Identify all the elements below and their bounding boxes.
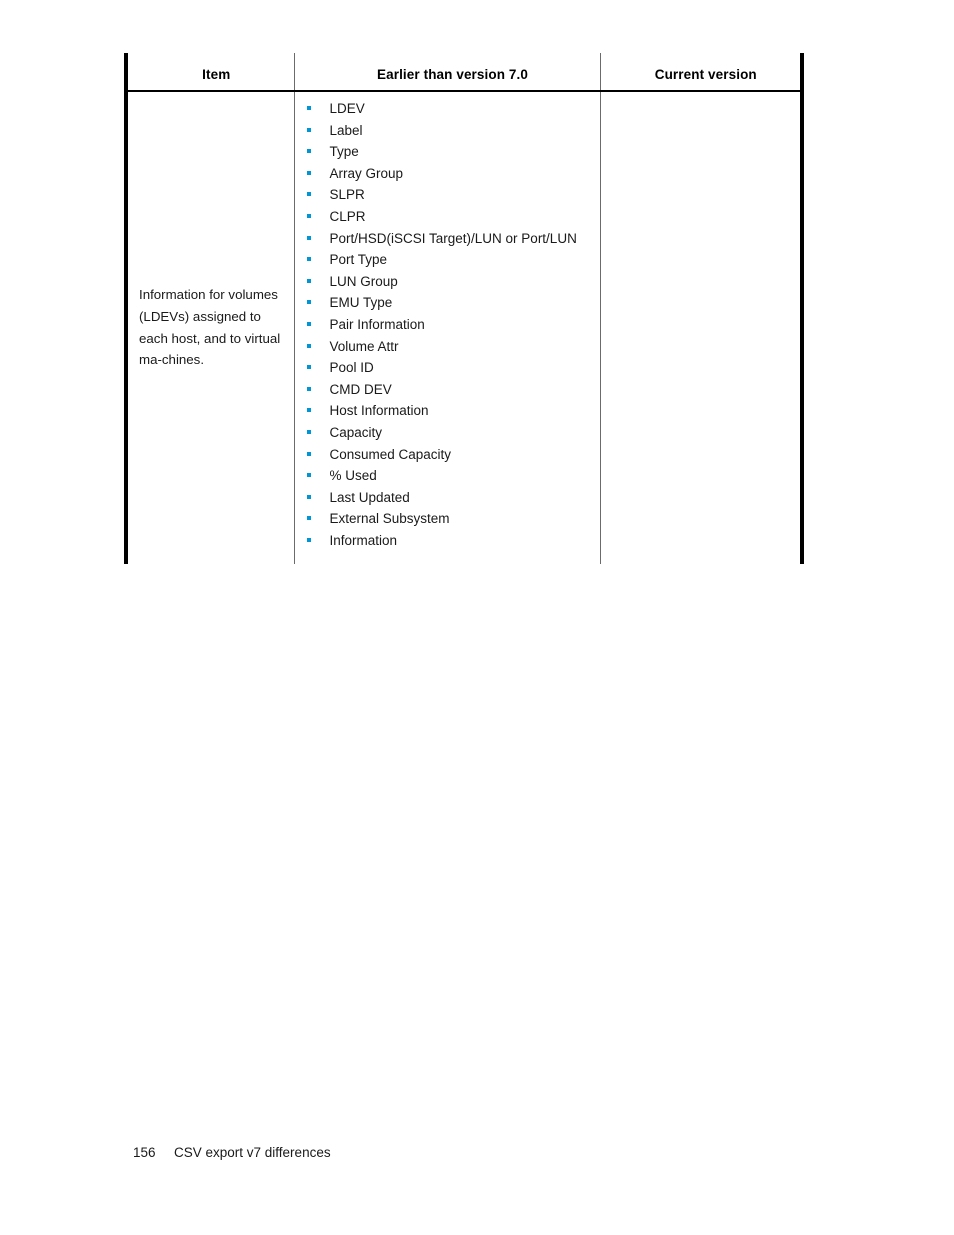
- list-item: Array Group: [303, 166, 594, 188]
- list-item: Host Information: [303, 403, 594, 425]
- list-item-label: Pair Information: [329, 316, 425, 332]
- list-item: % Used: [303, 468, 594, 490]
- list-item: Type: [303, 144, 594, 166]
- column-header-current-version: Current version: [599, 53, 804, 92]
- bullet-icon: [306, 149, 311, 154]
- list-item-label: Capacity: [329, 424, 383, 440]
- item-description-container: Information for volumes (LDEVs) assigned…: [128, 92, 294, 563]
- bullet-icon: [306, 451, 311, 456]
- bullet-icon: [306, 516, 311, 521]
- list-item-label: Label: [329, 122, 363, 138]
- bullet-icon: [306, 343, 311, 348]
- table: Item Earlier than version 7.0 Current ve…: [124, 53, 804, 565]
- list-item: LDEV: [303, 101, 594, 123]
- list-item-label: EMU Type: [329, 295, 393, 311]
- list-item-label: Port/HSD(iSCSI Target)/LUN or Port/LUN: [329, 230, 577, 246]
- document-page: Item Earlier than version 7.0 Current ve…: [0, 0, 954, 1235]
- list-item: Pair Information: [303, 317, 594, 339]
- list-item-label: Array Group: [329, 165, 404, 181]
- earlier-version-field-list: LDEV Label Type Array Group SLPR CLPR Port/HSD…: [303, 101, 594, 554]
- column-header-item-label: Item: [202, 67, 231, 82]
- cell-earlier-version-fields: LDEV Label Type Array Group SLPR CLPR Port/HSD…: [293, 91, 601, 565]
- list-item: CLPR: [303, 209, 594, 231]
- list-item-label: Volume Attr: [329, 338, 399, 354]
- bullet-icon: [306, 386, 311, 391]
- table-body: Information for volumes (LDEVs) assigned…: [124, 91, 804, 565]
- list-item-label: Type: [329, 144, 359, 160]
- table-header: Item Earlier than version 7.0 Current ve…: [124, 53, 804, 92]
- list-item: SLPR: [303, 187, 594, 209]
- list-item: Port/HSD(iSCSI Target)/LUN or Port/LUN: [303, 231, 594, 253]
- list-item-label: Consumed Capacity: [329, 446, 452, 462]
- list-item-label: Pool ID: [329, 360, 374, 376]
- list-item-label: LUN Group: [329, 273, 398, 289]
- table-row: Information for volumes (LDEVs) assigned…: [124, 91, 804, 565]
- bullet-icon: [306, 321, 311, 326]
- list-item-label: LDEV: [329, 101, 365, 116]
- list-item-label: Information: [329, 532, 398, 548]
- list-item: EMU Type: [303, 295, 594, 317]
- column-header-earlier-version-label: Earlier than version 7.0: [377, 67, 528, 82]
- bullet-icon: [306, 257, 311, 262]
- list-item-label: Last Updated: [329, 489, 410, 505]
- list-item: LUN Group: [303, 274, 594, 296]
- bullet-icon: [306, 213, 311, 218]
- item-description-text: Information for volumes (LDEVs) assigned…: [139, 287, 281, 368]
- list-item-label: CMD DEV: [329, 381, 392, 397]
- list-item-label: % Used: [329, 468, 377, 484]
- page-footer: 156 CSV export v7 differences: [133, 1145, 331, 1160]
- earlier-version-container: LDEV Label Type Array Group SLPR CLPR Port/HSD…: [295, 92, 600, 564]
- column-header-current-version-label: Current version: [654, 67, 757, 82]
- list-item-label: SLPR: [329, 187, 365, 203]
- current-version-container: [601, 92, 801, 563]
- list-item: Pool ID: [303, 360, 594, 382]
- column-header-item: Item: [124, 53, 295, 92]
- table-header-row: Item Earlier than version 7.0 Current ve…: [124, 53, 804, 92]
- bullet-icon: [306, 192, 311, 197]
- csv-export-differences-table: Item Earlier than version 7.0 Current ve…: [124, 53, 804, 565]
- list-item: Label: [303, 123, 594, 145]
- cell-current-version-fields: [599, 91, 804, 565]
- column-header-earlier-version: Earlier than version 7.0: [293, 53, 601, 92]
- bullet-icon: [306, 494, 311, 499]
- list-item: Last Updated: [303, 490, 594, 512]
- list-item: Capacity: [303, 425, 594, 447]
- cell-item-description: Information for volumes (LDEVs) assigned…: [124, 91, 295, 565]
- bullet-icon: [306, 473, 311, 478]
- list-item-label: Port Type: [329, 252, 388, 268]
- list-item: CMD DEV: [303, 382, 594, 404]
- list-item-label: CLPR: [329, 208, 366, 224]
- bullet-icon: [306, 127, 311, 132]
- list-item: Volume Attr: [303, 339, 594, 361]
- list-item-label: Host Information: [329, 403, 429, 419]
- bullet-icon: [306, 235, 311, 240]
- bullet-icon: [306, 408, 311, 413]
- footer-page-number: 156: [133, 1145, 156, 1160]
- bullet-icon: [306, 106, 311, 110]
- bullet-icon: [306, 300, 311, 305]
- bullet-icon: [306, 170, 311, 175]
- bullet-icon: [306, 278, 311, 283]
- bullet-icon: [306, 429, 311, 434]
- list-item: Port Type: [303, 252, 594, 274]
- list-item: Information: [303, 533, 594, 555]
- bullet-icon: [306, 365, 311, 370]
- bullet-icon: [306, 537, 311, 542]
- list-item-label: External Subsystem: [329, 511, 450, 527]
- list-item: Consumed Capacity: [303, 447, 594, 469]
- list-item: External Subsystem: [303, 511, 594, 533]
- footer-title: CSV export v7 differences: [174, 1145, 331, 1160]
